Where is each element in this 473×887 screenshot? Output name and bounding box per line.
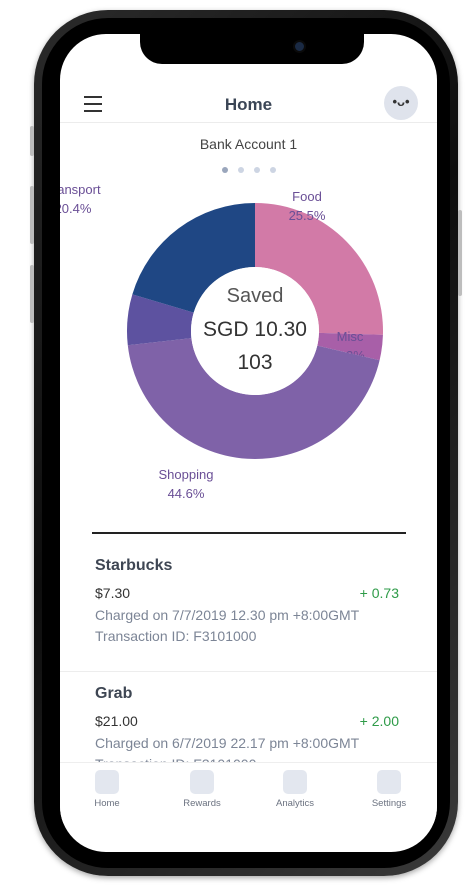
settings-icon[interactable] <box>377 770 401 794</box>
merchant-name: Starbucks <box>95 557 173 574</box>
center-saved-count: 103 <box>237 351 272 374</box>
slice-label: Food <box>292 189 322 204</box>
slice-label: Misc <box>337 329 364 344</box>
tab-label: Settings <box>371 798 407 809</box>
power-button <box>458 210 462 296</box>
slice-percent-label: 25.5% <box>289 208 326 223</box>
merchant-name: Grab <box>95 685 133 702</box>
mute-switch <box>30 265 34 323</box>
transaction-id: Transaction ID: F3101000 <box>95 628 257 644</box>
section-divider <box>92 532 406 534</box>
center-saved-amount: SGD 10.30 <box>203 318 307 341</box>
slice-percent-label: 20.4% <box>60 201 92 216</box>
header-divider <box>60 122 437 123</box>
slice-percent-label: 44.6% <box>168 486 205 501</box>
slice-label: Transport <box>60 182 101 197</box>
analytics-icon[interactable] <box>283 770 307 794</box>
tab-analytics[interactable]: Analytics <box>260 770 330 809</box>
front-camera <box>293 40 306 53</box>
page-title: Home <box>224 95 273 114</box>
tab-label: Analytics <box>275 798 314 809</box>
volume-up-button <box>30 126 34 156</box>
charge-date: Charged on 6/7/2019 22.17 pm +8:00GMT <box>95 735 360 751</box>
tab-label: Home <box>94 798 120 809</box>
charge-date: Charged on 7/7/2019 12.30 pm +8:00GMT <box>95 607 360 623</box>
list-item[interactable]: Grab $21.00 + 2.00 Charged on 6/7/2019 2… <box>60 672 437 764</box>
saved-amount: + 2.00 <box>359 713 399 729</box>
avatar[interactable]: •ᴗ• <box>384 86 418 120</box>
charge-amount: $21.00 <box>95 713 138 729</box>
app-screen: Home •ᴗ• Bank Account 1 Food25.5%Misc3.2… <box>60 34 437 852</box>
transaction-list[interactable]: Starbucks $7.30 + 0.73 Charged on 7/7/20… <box>60 544 437 764</box>
tab-rewards[interactable]: Rewards <box>167 770 237 809</box>
notch <box>140 34 364 64</box>
center-saved-label: Saved <box>227 285 284 307</box>
tab-bar: Home Rewards Analytics Settings <box>60 762 437 823</box>
volume-down-button <box>30 186 34 244</box>
app-header: Home •ᴗ• <box>60 86 437 124</box>
rewards-icon[interactable] <box>190 770 214 794</box>
list-item[interactable]: Starbucks $7.30 + 0.73 Charged on 7/7/20… <box>60 544 437 672</box>
home-icon[interactable] <box>95 770 119 794</box>
slice-label: Shopping <box>159 467 214 482</box>
charge-amount: $7.30 <box>95 585 131 601</box>
account-name: Bank Account 1 <box>199 136 298 152</box>
savings-donut-chart: Food25.5%Misc3.2%Shopping44.6%Health6.4%… <box>60 182 383 501</box>
tab-label: Rewards <box>183 798 221 809</box>
tab-home[interactable]: Home <box>72 770 142 809</box>
saved-amount: + 0.73 <box>359 585 399 601</box>
tab-settings[interactable]: Settings <box>354 770 424 809</box>
